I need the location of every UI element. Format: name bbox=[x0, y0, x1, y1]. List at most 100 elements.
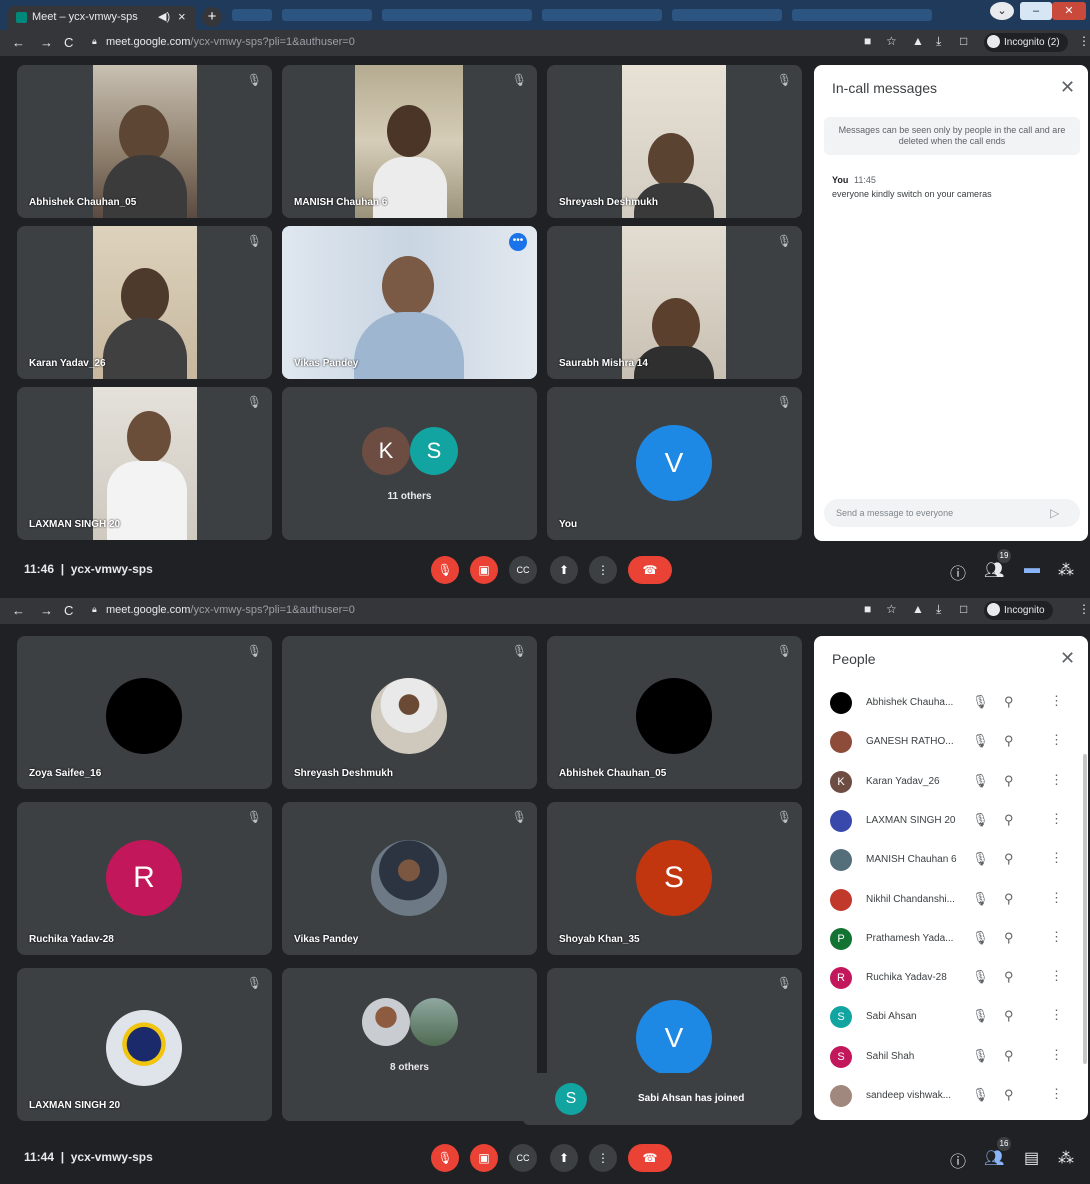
browser-tab[interactable] bbox=[672, 9, 782, 21]
activities-icon[interactable]: ⁂ bbox=[1058, 560, 1074, 580]
download-icon[interactable]: ⤓ bbox=[936, 34, 941, 49]
window-close-icon[interactable]: ✕ bbox=[1052, 2, 1086, 20]
activities-icon[interactable]: ⁂ bbox=[1058, 1148, 1074, 1168]
pin-icon[interactable]: ⚲ bbox=[1004, 733, 1014, 749]
participant-tile-pinned[interactable]: ••• Vikas Pandey bbox=[282, 226, 537, 379]
chat-icon[interactable]: ▤ bbox=[1024, 1148, 1039, 1168]
minimize-icon[interactable]: – bbox=[1020, 2, 1052, 20]
more-options-icon[interactable]: ⋮ bbox=[1050, 732, 1063, 748]
participant-row[interactable]: LAXMAN SINGH 20 🎙︎ ⚲ ⋮ bbox=[814, 800, 1089, 840]
more-options-icon[interactable]: ••• bbox=[509, 233, 527, 251]
leave-call-button[interactable]: ☎ bbox=[628, 1144, 672, 1172]
bookmark-star-icon[interactable]: ☆ bbox=[886, 602, 897, 616]
mic-off-icon[interactable]: 🎙︎ bbox=[972, 812, 989, 828]
incognito-badge[interactable]: Incognito (2) bbox=[984, 33, 1068, 52]
camera-indicator-icon[interactable]: ■ bbox=[864, 34, 871, 48]
pin-icon[interactable]: ⚲ bbox=[1004, 1048, 1014, 1064]
participant-row[interactable]: S Sahil Shah 🎙︎ ⚲ ⋮ bbox=[814, 1036, 1089, 1076]
pin-icon[interactable]: ⚲ bbox=[1004, 1087, 1014, 1103]
participant-row[interactable]: Abhishek Chauha... 🎙︎ ⚲ ⋮ bbox=[814, 682, 1089, 722]
more-options-icon[interactable]: ⋮ bbox=[1050, 850, 1063, 866]
mic-off-icon[interactable]: 🎙︎ bbox=[972, 851, 989, 867]
speaker-icon[interactable]: ◀) bbox=[158, 10, 170, 23]
participant-tile[interactable]: 🎙︎ Vikas Pandey bbox=[282, 802, 537, 955]
participant-row[interactable]: sandeep vishwak... 🎙︎ ⚲ ⋮ bbox=[814, 1075, 1089, 1115]
mic-off-icon[interactable]: 🎙︎ bbox=[972, 1087, 989, 1103]
browser-tab[interactable] bbox=[232, 9, 272, 21]
more-options-icon[interactable]: ⋮ bbox=[1050, 772, 1063, 788]
chat-icon[interactable]: ▬ bbox=[1024, 560, 1040, 578]
participant-tile[interactable]: 🎙︎ Saurabh Mishra 14 bbox=[547, 226, 802, 379]
mic-off-icon[interactable]: 🎙︎ bbox=[972, 1008, 989, 1024]
more-options-icon[interactable]: ⋮ bbox=[1050, 968, 1063, 984]
chat-message-input[interactable]: Send a message to everyone ▷ bbox=[824, 499, 1080, 527]
reload-icon[interactable]: C bbox=[64, 603, 73, 618]
browser-tab-meet[interactable]: Meet – ycx-vmwy-sps ◀) × bbox=[8, 6, 196, 30]
side-panel-icon[interactable]: □ bbox=[960, 34, 967, 48]
participant-tile-self[interactable]: V 🎙︎ You bbox=[547, 387, 802, 540]
more-options-icon[interactable]: ⋮ bbox=[1050, 811, 1063, 827]
captions-button[interactable]: CC bbox=[509, 1144, 537, 1172]
participant-tile[interactable]: 🎙︎ Zoya Saifee_16 bbox=[17, 636, 272, 789]
browser-tab[interactable] bbox=[542, 9, 662, 21]
participant-row[interactable]: R Ruchika Yadav-28 🎙︎ ⚲ ⋮ bbox=[814, 957, 1089, 997]
pin-icon[interactable]: ⚲ bbox=[1004, 694, 1014, 710]
mic-off-icon[interactable]: 🎙︎ bbox=[972, 891, 989, 907]
captions-button[interactable]: CC bbox=[509, 556, 537, 584]
more-options-icon[interactable]: ⋮ bbox=[1050, 929, 1063, 945]
present-button[interactable]: ⬆ bbox=[550, 1144, 578, 1172]
pin-icon[interactable]: ⚲ bbox=[1004, 851, 1014, 867]
forward-icon[interactable]: → bbox=[40, 35, 53, 50]
participant-tile[interactable]: 🎙︎ Abhishek Chauhan_05 bbox=[547, 636, 802, 789]
mic-toggle-button[interactable]: 🎙︎ bbox=[431, 1144, 459, 1172]
browser-tab[interactable] bbox=[282, 9, 372, 21]
side-panel-icon[interactable]: □ bbox=[960, 602, 967, 616]
labs-icon[interactable]: ▲ bbox=[912, 34, 924, 48]
more-options-icon[interactable]: ⋮ bbox=[1050, 1086, 1063, 1102]
participant-tile[interactable]: 🎙︎ MANISH Chauhan 6 bbox=[282, 65, 537, 218]
more-options-icon[interactable]: ⋮ bbox=[1050, 1047, 1063, 1063]
camera-indicator-icon[interactable]: ■ bbox=[864, 602, 871, 616]
new-tab-button[interactable]: + bbox=[202, 7, 222, 27]
participant-tile[interactable]: 🎙︎ Shreyash Deshmukh bbox=[547, 65, 802, 218]
participant-tile[interactable]: R 🎙︎ Ruchika Yadav-28 bbox=[17, 802, 272, 955]
download-icon[interactable]: ⤓ bbox=[936, 602, 941, 617]
browser-tab[interactable] bbox=[792, 9, 932, 21]
pin-icon[interactable]: ⚲ bbox=[1004, 1008, 1014, 1024]
leave-call-button[interactable]: ☎ bbox=[628, 556, 672, 584]
camera-toggle-button[interactable]: ▣ bbox=[470, 556, 498, 584]
mic-off-icon[interactable]: 🎙︎ bbox=[972, 969, 989, 985]
meeting-details-icon[interactable]: ⓘ bbox=[950, 560, 966, 584]
present-button[interactable]: ⬆ bbox=[550, 556, 578, 584]
participant-tile[interactable]: 🎙︎ Abhishek Chauhan_05 bbox=[17, 65, 272, 218]
participant-tile[interactable]: S 🎙︎ Shoyab Khan_35 bbox=[547, 802, 802, 955]
mic-off-icon[interactable]: 🎙︎ bbox=[972, 733, 989, 749]
participant-row[interactable]: S Sabi Ahsan 🎙︎ ⚲ ⋮ bbox=[814, 996, 1089, 1036]
mic-off-icon[interactable]: 🎙︎ bbox=[972, 930, 989, 946]
browser-menu-icon[interactable]: ⋮ bbox=[1078, 602, 1090, 616]
more-options-icon[interactable]: ⋮ bbox=[1050, 1007, 1063, 1023]
participant-tile-others[interactable]: 8 others bbox=[282, 968, 537, 1121]
pin-icon[interactable]: ⚲ bbox=[1004, 930, 1014, 946]
mic-toggle-button[interactable]: 🎙︎ bbox=[431, 556, 459, 584]
more-options-button[interactable]: ⋮ bbox=[589, 1144, 617, 1172]
participant-row[interactable]: Nikhil Chandanshi... 🎙︎ ⚲ ⋮ bbox=[814, 879, 1089, 919]
incognito-badge[interactable]: Incognito bbox=[984, 601, 1053, 620]
labs-icon[interactable]: ▲ bbox=[912, 602, 924, 616]
meeting-details-icon[interactable]: ⓘ bbox=[950, 1148, 966, 1172]
more-options-icon[interactable]: ⋮ bbox=[1050, 693, 1063, 709]
participant-row[interactable]: GANESH RATHO... 🎙︎ ⚲ ⋮ bbox=[814, 721, 1089, 761]
reload-icon[interactable]: C bbox=[64, 35, 73, 50]
forward-icon[interactable]: → bbox=[40, 603, 53, 618]
participant-tile[interactable]: 🎙︎ Karan Yadav_26 bbox=[17, 226, 272, 379]
pin-icon[interactable]: ⚲ bbox=[1004, 969, 1014, 985]
pin-icon[interactable]: ⚲ bbox=[1004, 812, 1014, 828]
close-tab-icon[interactable]: × bbox=[178, 9, 186, 24]
more-options-button[interactable]: ⋮ bbox=[589, 556, 617, 584]
close-icon[interactable]: ✕ bbox=[1060, 77, 1075, 98]
participant-tile-others[interactable]: K S 11 others bbox=[282, 387, 537, 540]
mic-off-icon[interactable]: 🎙︎ bbox=[972, 694, 989, 710]
camera-toggle-button[interactable]: ▣ bbox=[470, 1144, 498, 1172]
mic-off-icon[interactable]: 🎙︎ bbox=[972, 1048, 989, 1064]
close-icon[interactable]: ✕ bbox=[1060, 648, 1075, 669]
